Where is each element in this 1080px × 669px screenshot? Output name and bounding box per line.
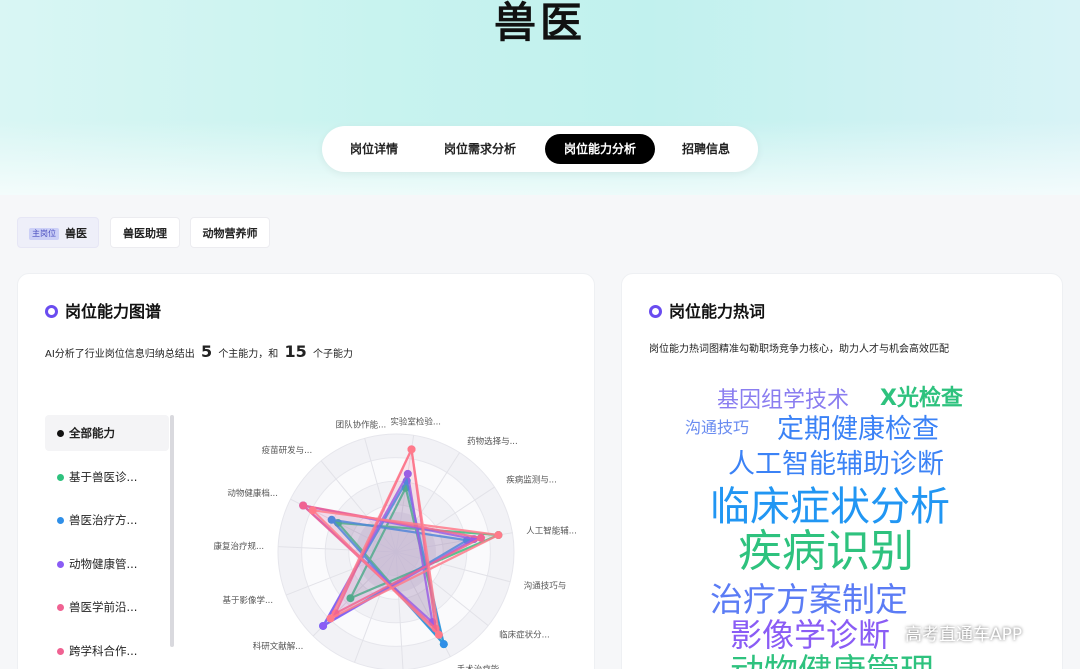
hot-word: 影像学诊断 (730, 616, 891, 654)
category-dot-icon (57, 473, 64, 481)
ability-summary: AI分析了行业岗位信息归纳总结出 5 个主能力，和 15 个子能力 (45, 342, 353, 361)
radar-point[interactable] (439, 640, 448, 649)
radar-axis-label: 实验室检验... (390, 416, 441, 427)
category-label: 跨学科合作... (69, 643, 138, 658)
ability-category-item[interactable]: 兽医治疗方... (45, 502, 169, 538)
ring-icon (649, 305, 662, 318)
hot-words-title: 岗位能力热词 (649, 298, 765, 322)
ability-category-item[interactable]: 基于兽医诊... (45, 459, 169, 495)
ring-icon (45, 305, 58, 318)
hot-word: 定期健康检查 (777, 414, 939, 445)
category-label: 动物健康管... (69, 556, 138, 571)
radar-axis-label: 人工智能辅... (526, 525, 577, 536)
job-pill-assistant[interactable]: 兽医助理 (110, 217, 180, 248)
summary-prefix: AI分析了行业岗位信息归纳总结出 (45, 349, 195, 360)
tab-demand-analysis[interactable]: 岗位需求分析 (426, 134, 534, 164)
summary-suffix: 个子能力 (312, 349, 353, 360)
category-label: 兽医治疗方... (69, 513, 138, 527)
main-job-label: 兽医 (65, 227, 87, 240)
radar-axis-label: 疫苗研发与... (262, 445, 313, 456)
hot-word: 人工智能辅助诊断 (728, 449, 944, 480)
category-scrollbar[interactable] (170, 415, 174, 647)
hot-word: 临床症状分析 (710, 484, 950, 530)
page-title: 兽医 (493, 0, 586, 47)
radar-axis-label: 临床症状分... (499, 629, 550, 640)
ability-category-item[interactable]: 动物健康管... (45, 546, 169, 582)
radar-point[interactable] (407, 445, 416, 454)
radar-axis-label: 康复治疗规... (214, 541, 265, 552)
ability-map-title: 岗位能力图谱 (45, 298, 161, 322)
radar-axis-label: 沟通技巧与 (524, 580, 567, 591)
hot-words-title-text: 岗位能力热词 (669, 302, 766, 321)
radar-point[interactable] (326, 614, 335, 623)
hot-word: 沟通技巧 (685, 418, 750, 437)
main-job-badge: 主岗位 (29, 228, 59, 240)
ability-category-item[interactable]: 跨学科合作... (45, 633, 169, 669)
sub-ability-count: 15 (284, 342, 307, 361)
radar-axis-label: 疾病监测与... (506, 474, 557, 485)
category-dot-icon (57, 430, 64, 437)
hot-word: 基因组学技术 (717, 388, 850, 413)
category-label: 兽医学前沿... (69, 600, 138, 614)
radar-axis-label: 手术治疗能... (457, 664, 508, 669)
hot-word: 治疗方案制定 (710, 580, 908, 619)
hot-words-card: 岗位能力热词 岗位能力热词图精准勾勒职场竞争力核心，助力人才与机会高效匹配 基因… (621, 273, 1063, 669)
radar-axis-label: 基于影像学... (222, 595, 273, 606)
hot-word: 疾病识别 (738, 526, 914, 577)
main-job-pill[interactable]: 主岗位 兽医 (17, 217, 99, 248)
radar-point[interactable] (494, 531, 503, 540)
ability-map-title-text: 岗位能力图谱 (65, 302, 162, 321)
hot-words-subtitle: 岗位能力热词图精准勾勒职场竞争力核心，助力人才与机会高效匹配 (649, 344, 949, 355)
category-dot-icon (57, 647, 64, 655)
job-pill-nutritionist[interactable]: 动物营养师 (190, 217, 270, 248)
hot-word: 动物健康管理 (730, 655, 934, 669)
radar-axis-label: 动物健康档... (227, 488, 278, 499)
radar-point[interactable] (434, 630, 443, 639)
tab-bar: 岗位详情 岗位需求分析 岗位能力分析 招聘信息 (322, 126, 758, 172)
ability-category-item[interactable]: 兽医学前沿... (45, 589, 169, 625)
radar-axis-label: 药物选择与... (467, 436, 518, 447)
category-dot-icon (57, 517, 64, 524)
radar-axis-label: 科研文献解... (253, 641, 304, 652)
ability-category-item[interactable]: 全部能力 (45, 415, 169, 451)
radar-point[interactable] (308, 506, 317, 515)
radar-point[interactable] (319, 621, 328, 630)
radar-point[interactable] (299, 501, 308, 510)
hot-word: X光检查 (880, 386, 963, 411)
main-ability-count: 5 (200, 342, 213, 361)
tab-job-details[interactable]: 岗位详情 (334, 134, 414, 164)
watermark: 高考直通车APP (905, 625, 1023, 645)
summary-mid: 个主能力，和 (218, 349, 279, 360)
radar-axis-label: 团队协作能... (336, 420, 387, 431)
category-label: 基于兽医诊... (69, 469, 138, 484)
ability-map-card: 岗位能力图谱 AI分析了行业岗位信息归纳总结出 5 个主能力，和 15 个子能力… (17, 273, 595, 669)
tab-recruitment-info[interactable]: 招聘信息 (665, 134, 747, 164)
category-dot-icon (57, 560, 64, 568)
category-label: 全部能力 (69, 426, 115, 440)
ability-radar-chart: 实验室检验... 药物选择与... 疾病监测与... 人工智能辅... 沟通技巧与临床症… (214, 416, 577, 669)
tab-ability-analysis[interactable]: 岗位能力分析 (545, 134, 655, 164)
category-dot-icon (57, 604, 64, 611)
